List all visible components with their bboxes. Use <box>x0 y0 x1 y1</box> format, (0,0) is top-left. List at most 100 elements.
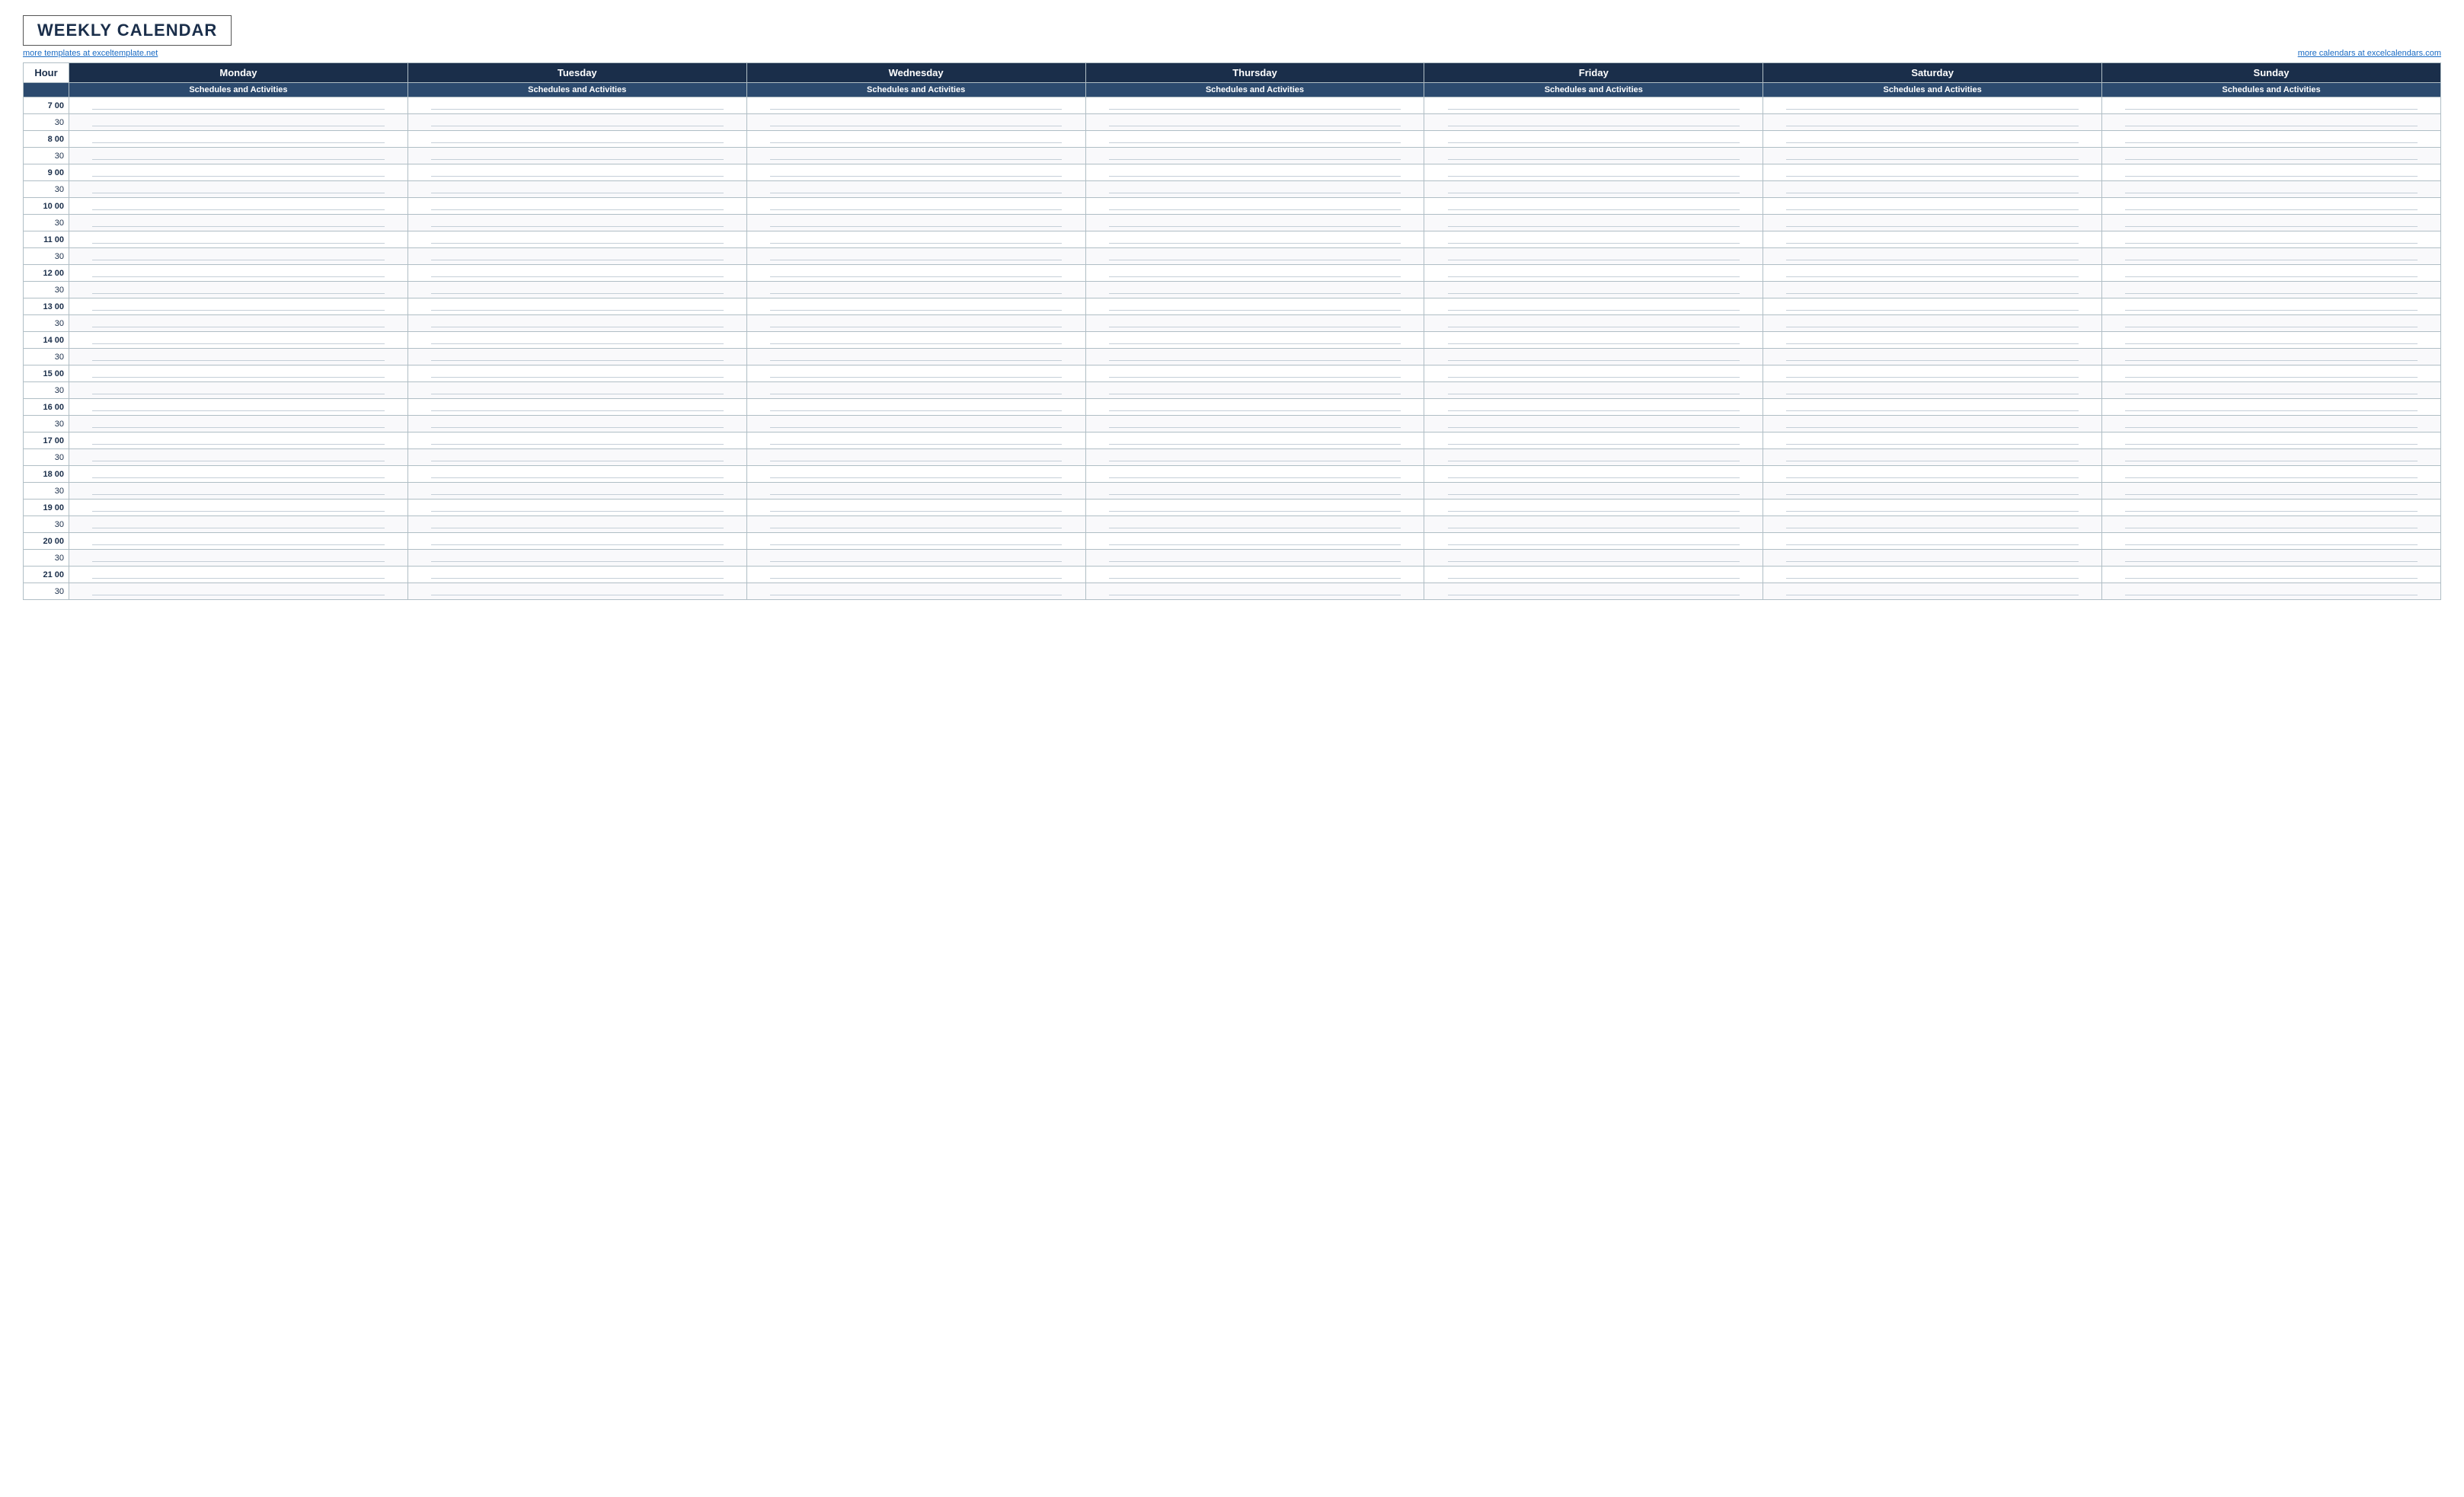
time-slot-cell[interactable] <box>1763 500 2102 516</box>
half-slot-cell[interactable] <box>407 416 746 433</box>
half-slot-cell[interactable] <box>1085 248 1424 265</box>
time-slot-cell[interactable] <box>69 231 408 248</box>
time-slot-cell[interactable] <box>69 164 408 181</box>
half-slot-cell[interactable] <box>2102 516 2441 533</box>
time-slot-cell[interactable] <box>1763 433 2102 449</box>
time-slot-cell[interactable] <box>746 365 1085 382</box>
time-slot-cell[interactable] <box>1424 500 1763 516</box>
half-slot-cell[interactable] <box>1085 148 1424 164</box>
half-slot-cell[interactable] <box>1424 449 1763 466</box>
time-slot-cell[interactable] <box>746 332 1085 349</box>
half-slot-cell[interactable] <box>1763 449 2102 466</box>
half-slot-cell[interactable] <box>407 382 746 399</box>
time-slot-cell[interactable] <box>1424 466 1763 483</box>
time-slot-cell[interactable] <box>69 332 408 349</box>
time-slot-cell[interactable] <box>407 567 746 583</box>
time-slot-cell[interactable] <box>407 164 746 181</box>
time-slot-cell[interactable] <box>746 265 1085 282</box>
half-slot-cell[interactable] <box>1763 248 2102 265</box>
time-slot-cell[interactable] <box>69 433 408 449</box>
half-slot-cell[interactable] <box>1424 148 1763 164</box>
time-slot-cell[interactable] <box>1763 231 2102 248</box>
time-slot-cell[interactable] <box>1085 231 1424 248</box>
time-slot-cell[interactable] <box>69 365 408 382</box>
half-slot-cell[interactable] <box>1085 349 1424 365</box>
time-slot-cell[interactable] <box>1085 433 1424 449</box>
half-slot-cell[interactable] <box>1763 282 2102 298</box>
half-slot-cell[interactable] <box>1763 315 2102 332</box>
time-slot-cell[interactable] <box>1424 298 1763 315</box>
time-slot-cell[interactable] <box>69 567 408 583</box>
link-left[interactable]: more templates at exceltemplate.net <box>23 49 158 58</box>
time-slot-cell[interactable] <box>407 399 746 416</box>
half-slot-cell[interactable] <box>2102 282 2441 298</box>
time-slot-cell[interactable] <box>746 399 1085 416</box>
time-slot-cell[interactable] <box>69 533 408 550</box>
time-slot-cell[interactable] <box>2102 97 2441 114</box>
time-slot-cell[interactable] <box>1763 332 2102 349</box>
half-slot-cell[interactable] <box>746 382 1085 399</box>
time-slot-cell[interactable] <box>407 533 746 550</box>
time-slot-cell[interactable] <box>2102 265 2441 282</box>
half-slot-cell[interactable] <box>1424 282 1763 298</box>
half-slot-cell[interactable] <box>1424 215 1763 231</box>
time-slot-cell[interactable] <box>1763 298 2102 315</box>
time-slot-cell[interactable] <box>1424 365 1763 382</box>
half-slot-cell[interactable] <box>1085 550 1424 567</box>
half-slot-cell[interactable] <box>1424 416 1763 433</box>
half-slot-cell[interactable] <box>2102 483 2441 500</box>
half-slot-cell[interactable] <box>1085 583 1424 600</box>
time-slot-cell[interactable] <box>746 198 1085 215</box>
time-slot-cell[interactable] <box>746 466 1085 483</box>
time-slot-cell[interactable] <box>746 298 1085 315</box>
half-slot-cell[interactable] <box>2102 215 2441 231</box>
half-slot-cell[interactable] <box>1085 315 1424 332</box>
half-slot-cell[interactable] <box>407 550 746 567</box>
time-slot-cell[interactable] <box>746 97 1085 114</box>
time-slot-cell[interactable] <box>2102 533 2441 550</box>
time-slot-cell[interactable] <box>2102 198 2441 215</box>
half-slot-cell[interactable] <box>2102 315 2441 332</box>
half-slot-cell[interactable] <box>407 248 746 265</box>
time-slot-cell[interactable] <box>1763 466 2102 483</box>
time-slot-cell[interactable] <box>2102 332 2441 349</box>
half-slot-cell[interactable] <box>69 114 408 131</box>
time-slot-cell[interactable] <box>407 97 746 114</box>
time-slot-cell[interactable] <box>1763 567 2102 583</box>
half-slot-cell[interactable] <box>69 248 408 265</box>
half-slot-cell[interactable] <box>69 148 408 164</box>
time-slot-cell[interactable] <box>407 231 746 248</box>
time-slot-cell[interactable] <box>1085 365 1424 382</box>
half-slot-cell[interactable] <box>69 516 408 533</box>
time-slot-cell[interactable] <box>69 466 408 483</box>
half-slot-cell[interactable] <box>1763 516 2102 533</box>
half-slot-cell[interactable] <box>746 416 1085 433</box>
time-slot-cell[interactable] <box>407 365 746 382</box>
time-slot-cell[interactable] <box>1424 231 1763 248</box>
time-slot-cell[interactable] <box>746 164 1085 181</box>
half-slot-cell[interactable] <box>1424 483 1763 500</box>
half-slot-cell[interactable] <box>746 583 1085 600</box>
time-slot-cell[interactable] <box>2102 298 2441 315</box>
time-slot-cell[interactable] <box>1424 567 1763 583</box>
time-slot-cell[interactable] <box>1085 164 1424 181</box>
time-slot-cell[interactable] <box>407 466 746 483</box>
half-slot-cell[interactable] <box>1424 181 1763 198</box>
half-slot-cell[interactable] <box>1763 148 2102 164</box>
half-slot-cell[interactable] <box>1085 516 1424 533</box>
half-slot-cell[interactable] <box>1424 516 1763 533</box>
time-slot-cell[interactable] <box>746 433 1085 449</box>
time-slot-cell[interactable] <box>2102 131 2441 148</box>
half-slot-cell[interactable] <box>746 516 1085 533</box>
half-slot-cell[interactable] <box>407 215 746 231</box>
time-slot-cell[interactable] <box>746 231 1085 248</box>
time-slot-cell[interactable] <box>407 265 746 282</box>
half-slot-cell[interactable] <box>1424 382 1763 399</box>
time-slot-cell[interactable] <box>1085 131 1424 148</box>
time-slot-cell[interactable] <box>69 399 408 416</box>
time-slot-cell[interactable] <box>1763 164 2102 181</box>
time-slot-cell[interactable] <box>1424 97 1763 114</box>
half-slot-cell[interactable] <box>746 315 1085 332</box>
half-slot-cell[interactable] <box>1085 181 1424 198</box>
half-slot-cell[interactable] <box>746 550 1085 567</box>
